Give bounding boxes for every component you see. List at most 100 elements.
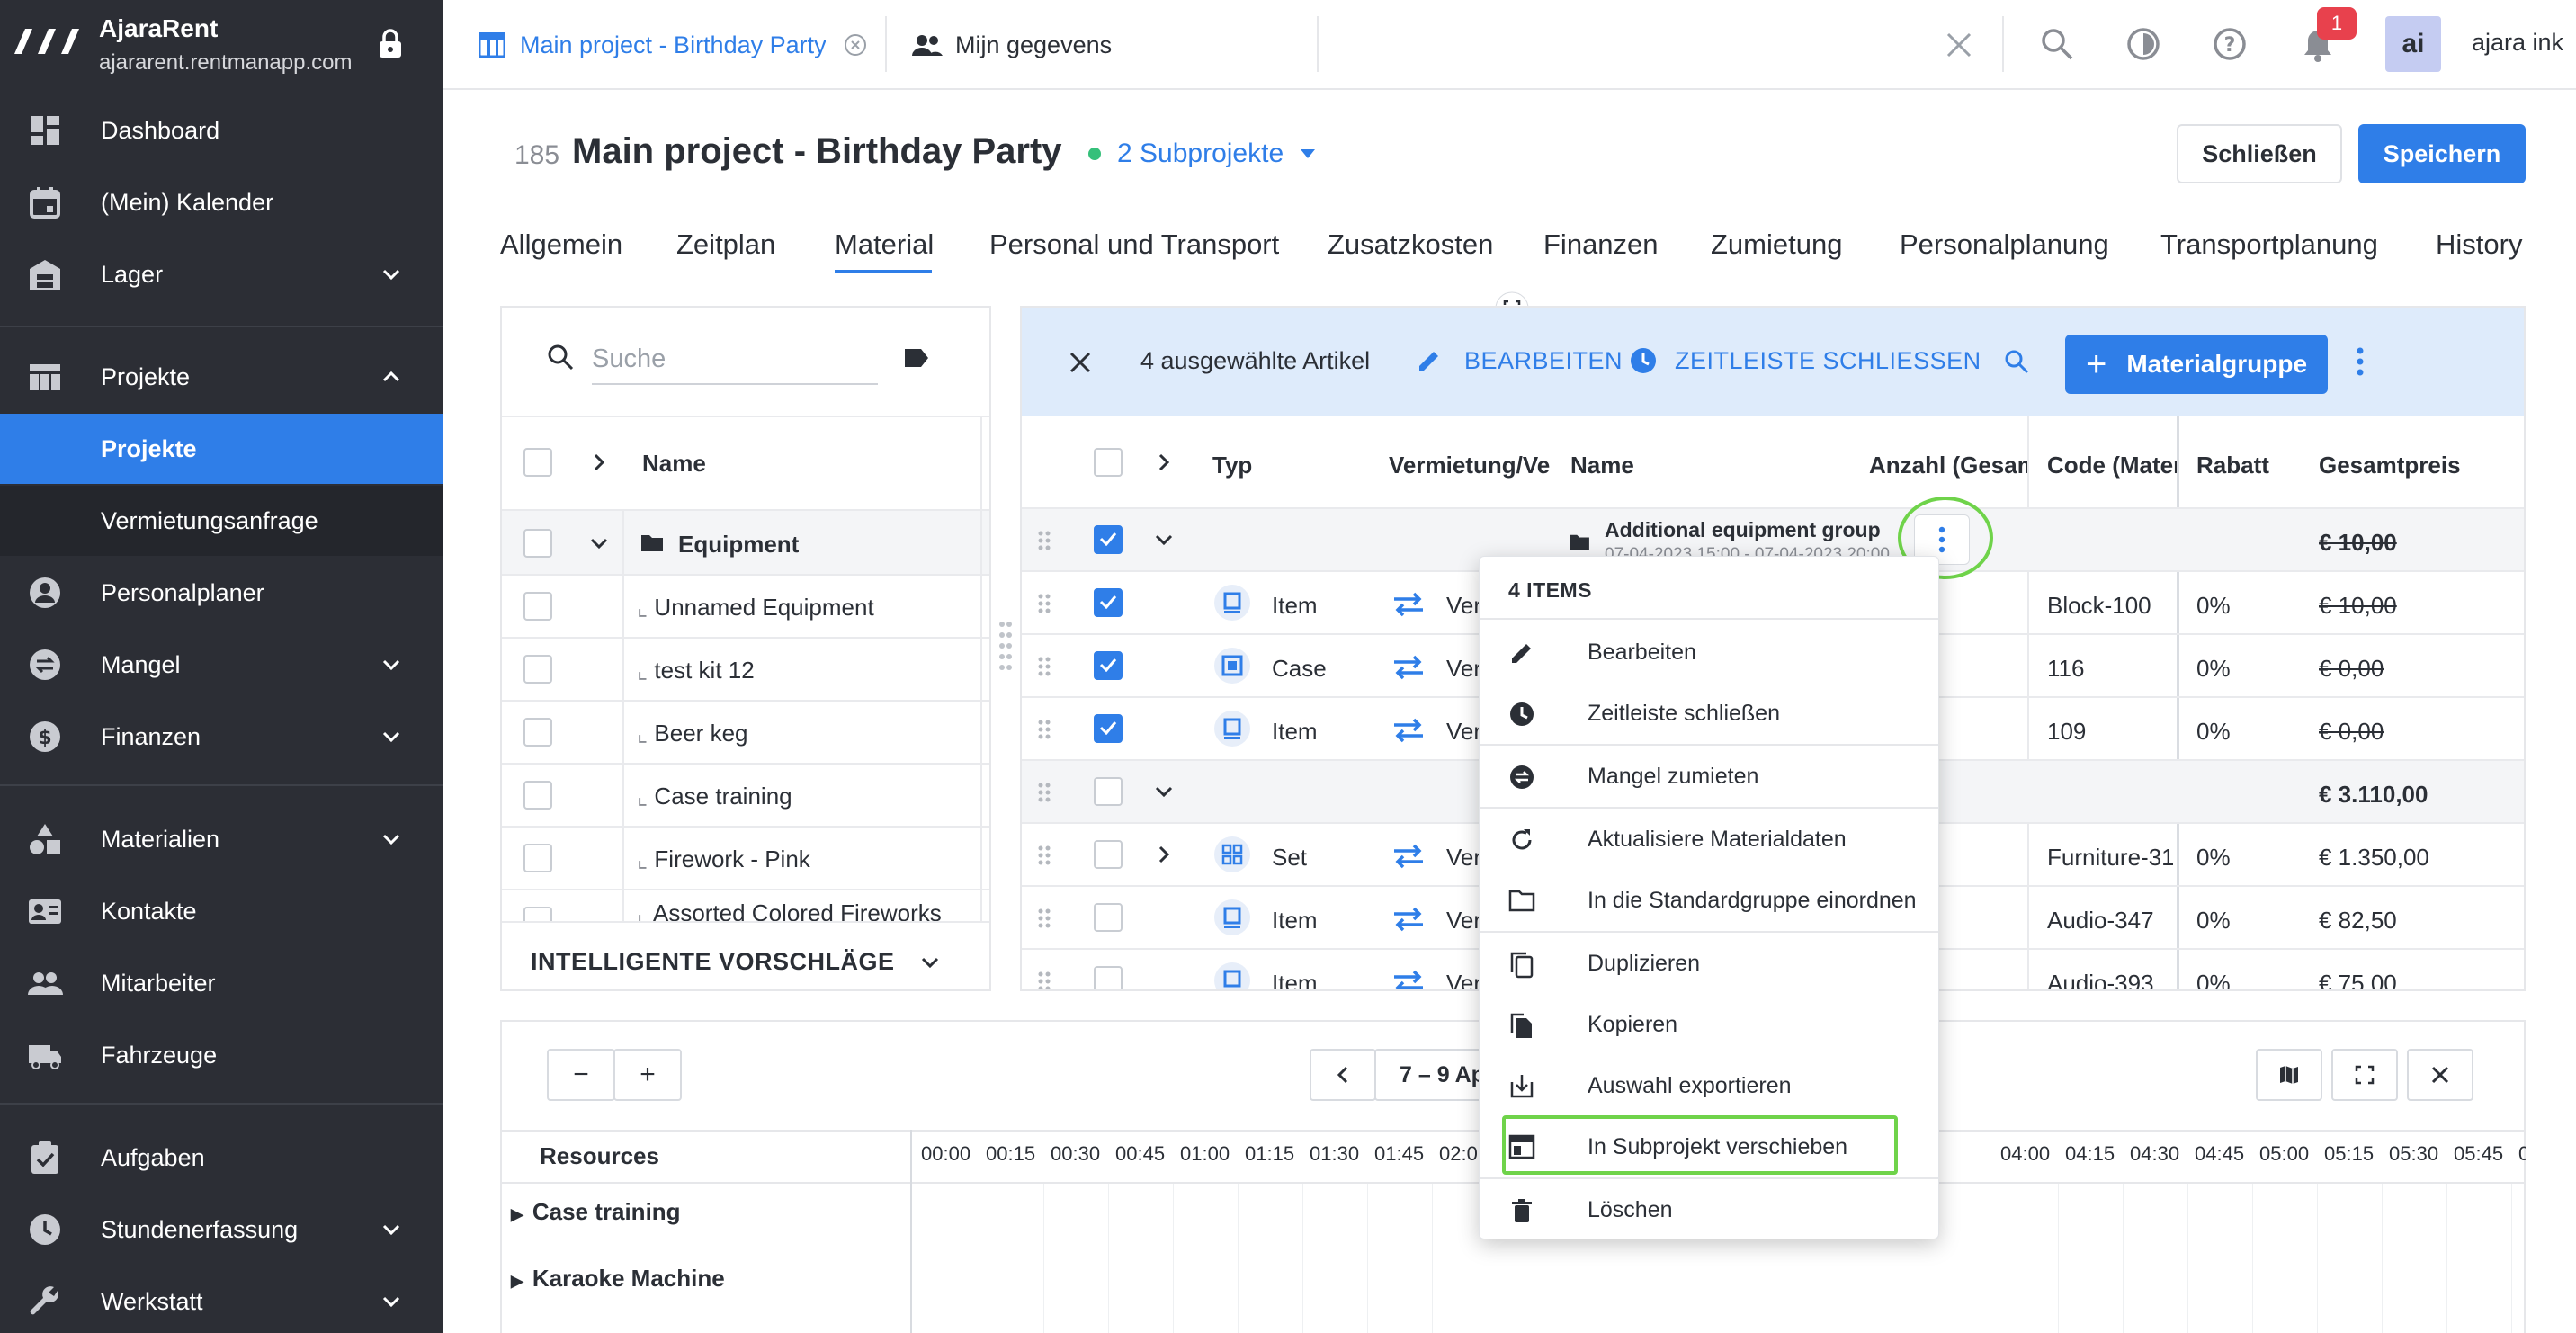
- help-icon[interactable]: ?: [2213, 27, 2247, 61]
- resize-handle-icon[interactable]: [998, 619, 1013, 678]
- select-all-checkbox[interactable]: [1094, 448, 1123, 477]
- column-vermietung[interactable]: Vermietung/Verkauf: [1389, 452, 1551, 479]
- sidebar-item-werkstatt[interactable]: Werkstatt: [0, 1266, 443, 1333]
- resource-row[interactable]: ▶ Karaoke Machine: [511, 1265, 725, 1293]
- drag-handle-icon[interactable]: [1038, 845, 1051, 865]
- close-button[interactable]: Schließen: [2177, 124, 2342, 183]
- drag-handle-icon[interactable]: [1038, 594, 1051, 613]
- close-timeline-button[interactable]: ZEITLEISTE SCHLIESSEN: [1675, 347, 1981, 375]
- drag-handle-icon[interactable]: [1038, 971, 1051, 991]
- row-checkbox[interactable]: [523, 592, 552, 621]
- chevron-down-icon[interactable]: [1153, 529, 1175, 550]
- menu-item-loeschen[interactable]: Löschen: [1480, 1179, 1938, 1240]
- column-code[interactable]: Code (Material): [2047, 452, 2177, 479]
- zoom-in-button[interactable]: +: [613, 1049, 682, 1101]
- sidebar-item-lager[interactable]: Lager: [0, 239, 443, 309]
- edit-button[interactable]: BEARBEITEN: [1464, 347, 1623, 375]
- caret-down-icon[interactable]: [1301, 149, 1315, 160]
- drag-handle-icon[interactable]: [1038, 783, 1051, 802]
- sidebar-item-finanzen[interactable]: $ Finanzen: [0, 702, 443, 772]
- row-checkbox[interactable]: [523, 529, 552, 558]
- username[interactable]: ajara ink: [2472, 29, 2563, 57]
- column-name[interactable]: Name: [1570, 452, 1678, 479]
- tab-personal-transport[interactable]: Personal und Transport: [989, 228, 1279, 261]
- sidebar-item-stundenerfassung[interactable]: Stundenerfassung: [0, 1194, 443, 1265]
- tab-zusatzkosten[interactable]: Zusatzkosten: [1328, 228, 1493, 261]
- save-button[interactable]: Speichern: [2358, 124, 2526, 183]
- close-icon[interactable]: [1945, 31, 1973, 59]
- close-tab-icon[interactable]: [844, 33, 867, 57]
- brand-header[interactable]: AjaraRent ajararent.rentmanapp.com: [0, 0, 443, 90]
- fullscreen-button[interactable]: [2331, 1049, 2398, 1101]
- tab-zumietung[interactable]: Zumietung: [1711, 228, 1842, 261]
- row-checkbox[interactable]: [523, 907, 552, 921]
- menu-item-standardgruppe[interactable]: In die Standardgruppe einordnen: [1480, 870, 1938, 931]
- row-checkbox[interactable]: [1094, 840, 1123, 869]
- tab-zeitplan[interactable]: Zeitplan: [676, 228, 775, 261]
- sidebar-item-dashboard[interactable]: Dashboard: [0, 95, 443, 166]
- row-checkbox[interactable]: [1094, 588, 1123, 617]
- row-checkbox[interactable]: [523, 718, 552, 747]
- column-gesamtpreis[interactable]: Gesamtpreis: [2319, 452, 2499, 479]
- list-item[interactable]: ⌞ Unnamed Equipment: [502, 574, 989, 637]
- list-item[interactable]: ⌞ Case training: [502, 763, 989, 826]
- tab-allgemein[interactable]: Allgemein: [500, 228, 622, 261]
- sidebar-item-projekte[interactable]: Projekte: [0, 342, 443, 412]
- more-vert-icon[interactable]: [2355, 347, 2366, 376]
- tab-project[interactable]: Main project - Birthday Party: [479, 0, 867, 90]
- search-icon[interactable]: [2040, 27, 2074, 61]
- list-item[interactable]: ⌞ Firework - Pink: [502, 826, 989, 889]
- menu-item-exportieren[interactable]: Auswahl exportieren: [1480, 1055, 1938, 1116]
- sidebar-item-mitarbeiter[interactable]: Mitarbeiter: [0, 948, 443, 1018]
- drag-handle-icon[interactable]: [1038, 531, 1051, 550]
- search-input[interactable]: [592, 335, 878, 385]
- list-item[interactable]: ⌞ Assorted Colored Fireworks: [502, 889, 989, 921]
- menu-item-zeitleiste[interactable]: Zeitleiste schließen: [1480, 683, 1938, 744]
- sidebar-item-personalplaner[interactable]: Personalplaner: [0, 558, 443, 628]
- sidebar-subitem-vermietungsanfrage[interactable]: Vermietungsanfrage: [0, 486, 443, 556]
- tab-transportplanung[interactable]: Transportplanung: [2160, 228, 2378, 261]
- menu-item-mangel[interactable]: Mangel zumieten: [1480, 746, 1938, 807]
- drag-handle-icon[interactable]: [1038, 720, 1051, 739]
- column-rabatt[interactable]: Rabatt: [2196, 452, 2304, 479]
- chevron-right-icon[interactable]: [1153, 844, 1175, 865]
- close-icon[interactable]: [1069, 351, 1092, 374]
- group-row[interactable]: Equipment: [502, 509, 989, 574]
- zoom-out-button[interactable]: −: [547, 1049, 615, 1101]
- suggestions-toggle[interactable]: INTELLIGENTE VORSCHLÄGE: [531, 948, 895, 976]
- row-checkbox[interactable]: [1094, 651, 1123, 680]
- resource-row[interactable]: ▶ Case training: [511, 1198, 681, 1226]
- sidebar-subitem-projekte[interactable]: Projekte: [0, 414, 443, 484]
- row-checkbox[interactable]: [1094, 777, 1123, 806]
- menu-item-bearbeiten[interactable]: Bearbeiten: [1480, 622, 1938, 683]
- row-checkbox[interactable]: [1094, 903, 1123, 932]
- prev-period-button[interactable]: [1310, 1049, 1376, 1101]
- sidebar-item-aufgaben[interactable]: Aufgaben: [0, 1123, 443, 1193]
- menu-item-kopieren[interactable]: Kopieren: [1480, 994, 1938, 1055]
- tab-material[interactable]: Material: [835, 228, 934, 261]
- search-icon[interactable]: [2004, 349, 2029, 374]
- menu-item-aktualisiere[interactable]: Aktualisiere Materialdaten: [1480, 809, 1938, 870]
- column-name[interactable]: Name: [642, 450, 706, 478]
- subprojects-dropdown[interactable]: 2 Subprojekte: [1117, 139, 1284, 169]
- row-checkbox[interactable]: [523, 781, 552, 810]
- tab-history[interactable]: History: [2436, 228, 2522, 261]
- sidebar-item-mangel[interactable]: Mangel: [0, 630, 443, 700]
- avatar[interactable]: ai: [2385, 16, 2441, 72]
- select-all-checkbox[interactable]: [523, 448, 552, 477]
- list-item[interactable]: ⌞ test kit 12: [502, 637, 989, 700]
- chevron-right-icon[interactable]: [588, 452, 610, 473]
- tab-mijn-gegevens[interactable]: Mijn gegevens: [912, 0, 1112, 90]
- add-material-group-button[interactable]: + Materialgruppe: [2065, 335, 2328, 394]
- sidebar-item-fahrzeuge[interactable]: Fahrzeuge: [0, 1020, 443, 1090]
- row-checkbox[interactable]: [523, 844, 552, 872]
- theme-icon[interactable]: [2126, 27, 2160, 61]
- tag-icon[interactable]: [903, 347, 930, 369]
- lock-icon[interactable]: [378, 29, 403, 59]
- close-timeline-panel-button[interactable]: [2407, 1049, 2473, 1101]
- tab-finanzen[interactable]: Finanzen: [1543, 228, 1659, 261]
- list-item[interactable]: ⌞ Beer keg: [502, 700, 989, 763]
- chevron-down-icon[interactable]: [1153, 781, 1175, 802]
- menu-item-duplizieren[interactable]: Duplizieren: [1480, 933, 1938, 994]
- tab-personalplanung[interactable]: Personalplanung: [1900, 228, 2109, 261]
